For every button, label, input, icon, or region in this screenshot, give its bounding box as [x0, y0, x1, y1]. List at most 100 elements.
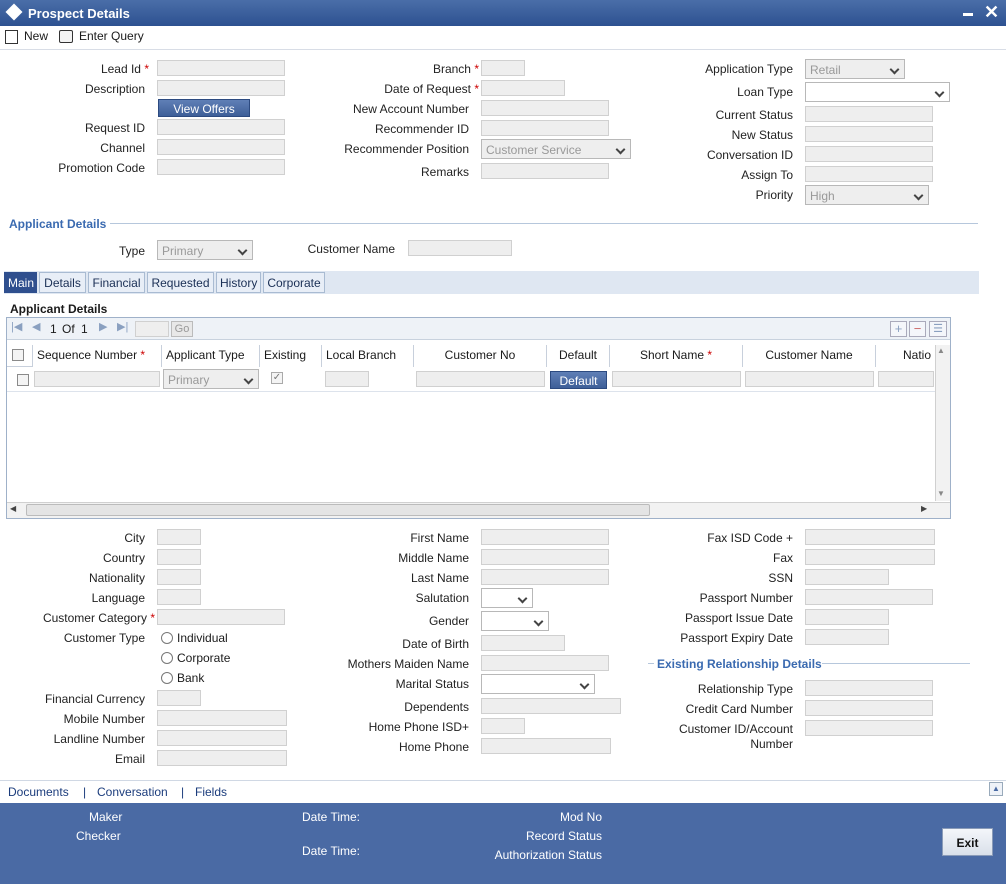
- enter-query-button[interactable]: Enter Query: [79, 29, 144, 43]
- customer-name-label: Customer Name: [307, 242, 395, 256]
- channel-input[interactable]: [157, 139, 285, 155]
- passport-expiry-date-input[interactable]: [805, 629, 889, 645]
- fax-label: Fax: [772, 551, 793, 565]
- promotion-code-input[interactable]: [157, 159, 285, 175]
- mothers-maiden-name-input[interactable]: [481, 655, 609, 671]
- customer-category-input[interactable]: [157, 609, 285, 625]
- row-short-name-input[interactable]: [612, 371, 741, 387]
- row-customer-name-input[interactable]: [745, 371, 874, 387]
- middle-name-input[interactable]: [481, 549, 609, 565]
- remarks-label: Remarks: [420, 165, 469, 179]
- nationality-input[interactable]: [157, 569, 201, 585]
- tab-main[interactable]: Main: [4, 272, 37, 293]
- landline-number-input[interactable]: [157, 730, 287, 746]
- lead-id-input[interactable]: [157, 60, 285, 76]
- row-local-branch-input[interactable]: [325, 371, 369, 387]
- last-name-input[interactable]: [481, 569, 609, 585]
- documents-link[interactable]: Documents: [8, 785, 69, 799]
- row-select-checkbox[interactable]: [17, 374, 29, 386]
- new-icon[interactable]: [5, 30, 18, 44]
- conversation-link[interactable]: Conversation: [97, 785, 168, 799]
- mobile-number-input[interactable]: [157, 710, 287, 726]
- dependents-input[interactable]: [481, 698, 621, 714]
- add-row-icon[interactable]: +: [890, 321, 907, 337]
- tab-history[interactable]: History: [216, 272, 261, 293]
- row-applicant-type-select[interactable]: Primary: [163, 369, 259, 389]
- first-page-icon[interactable]: |◀: [11, 320, 22, 333]
- row-nationality-input[interactable]: [878, 371, 934, 387]
- row-existing-checkbox[interactable]: ✓: [271, 372, 283, 384]
- grid-vertical-scrollbar[interactable]: [935, 345, 950, 501]
- assign-to-input[interactable]: [805, 166, 933, 182]
- corporate-radio[interactable]: [161, 652, 173, 664]
- next-page-icon[interactable]: ▶: [99, 320, 107, 333]
- email-input[interactable]: [157, 750, 287, 766]
- salutation-select[interactable]: [481, 588, 533, 608]
- branch-input[interactable]: [481, 60, 525, 76]
- delete-row-icon[interactable]: −: [909, 321, 926, 337]
- loan-type-select[interactable]: [805, 82, 950, 102]
- passport-issue-date-input[interactable]: [805, 609, 889, 625]
- date-of-request-input[interactable]: [481, 80, 565, 96]
- new-status-input[interactable]: [805, 126, 933, 142]
- exit-button[interactable]: Exit: [942, 828, 993, 856]
- ssn-input[interactable]: [805, 569, 889, 585]
- type-select[interactable]: Primary: [157, 240, 253, 260]
- fields-link[interactable]: Fields: [195, 785, 227, 799]
- marital-status-select[interactable]: [481, 674, 595, 694]
- row-sequence-number-input[interactable]: [34, 371, 160, 387]
- scroll-left-icon[interactable]: ◀: [10, 504, 16, 513]
- tab-corporate[interactable]: Corporate: [263, 272, 325, 293]
- new-button[interactable]: New: [24, 29, 48, 43]
- row-customer-no-input[interactable]: [416, 371, 545, 387]
- view-offers-button[interactable]: View Offers: [158, 99, 250, 117]
- horizontal-scroll-thumb[interactable]: [26, 504, 650, 516]
- go-button[interactable]: Go: [171, 321, 193, 337]
- scroll-up-icon[interactable]: ▲: [937, 346, 945, 355]
- tab-details[interactable]: Details: [39, 272, 86, 293]
- home-phone-input[interactable]: [481, 738, 611, 754]
- conversation-id-input[interactable]: [805, 146, 933, 162]
- date-of-birth-input[interactable]: [481, 635, 565, 651]
- col-short-name: Short Name *: [610, 345, 743, 367]
- passport-number-input[interactable]: [805, 589, 933, 605]
- individual-radio[interactable]: [161, 632, 173, 644]
- scroll-top-icon[interactable]: ▲: [989, 782, 1003, 796]
- application-type-select[interactable]: Retail: [805, 59, 905, 79]
- recommender-id-input[interactable]: [481, 120, 609, 136]
- description-input[interactable]: [157, 80, 285, 96]
- prev-page-icon[interactable]: ◀: [32, 320, 40, 333]
- remarks-input[interactable]: [481, 163, 609, 179]
- enter-query-icon[interactable]: [59, 30, 73, 43]
- gender-select[interactable]: [481, 611, 549, 631]
- country-input[interactable]: [157, 549, 201, 565]
- recommender-position-select[interactable]: Customer Service: [481, 139, 631, 159]
- customer-id-account-input[interactable]: [805, 720, 933, 736]
- fax-isd-input[interactable]: [805, 529, 935, 545]
- list-view-icon[interactable]: ☰: [929, 321, 947, 337]
- last-page-icon[interactable]: ▶|: [117, 320, 128, 333]
- priority-select[interactable]: High: [805, 185, 929, 205]
- language-input[interactable]: [157, 589, 201, 605]
- scroll-down-icon[interactable]: ▼: [937, 489, 945, 498]
- row-default-button[interactable]: Default: [550, 371, 607, 389]
- close-icon[interactable]: ✕: [984, 2, 999, 23]
- home-phone-isd-input[interactable]: [481, 718, 525, 734]
- select-all-checkbox[interactable]: [12, 349, 24, 361]
- financial-currency-input[interactable]: [157, 690, 201, 706]
- city-input[interactable]: [157, 529, 201, 545]
- request-id-input[interactable]: [157, 119, 285, 135]
- current-status-input[interactable]: [805, 106, 933, 122]
- customer-name-input[interactable]: [408, 240, 512, 256]
- tab-requested[interactable]: Requested: [147, 272, 214, 293]
- minimize-icon[interactable]: [963, 13, 973, 16]
- bank-radio[interactable]: [161, 672, 173, 684]
- tab-financial[interactable]: Financial: [88, 272, 145, 293]
- scroll-right-icon[interactable]: ▶: [921, 504, 927, 513]
- credit-card-number-input[interactable]: [805, 700, 933, 716]
- new-account-number-input[interactable]: [481, 100, 609, 116]
- first-name-input[interactable]: [481, 529, 609, 545]
- fax-input[interactable]: [805, 549, 935, 565]
- page-number-input[interactable]: [135, 321, 169, 337]
- relationship-type-input[interactable]: [805, 680, 933, 696]
